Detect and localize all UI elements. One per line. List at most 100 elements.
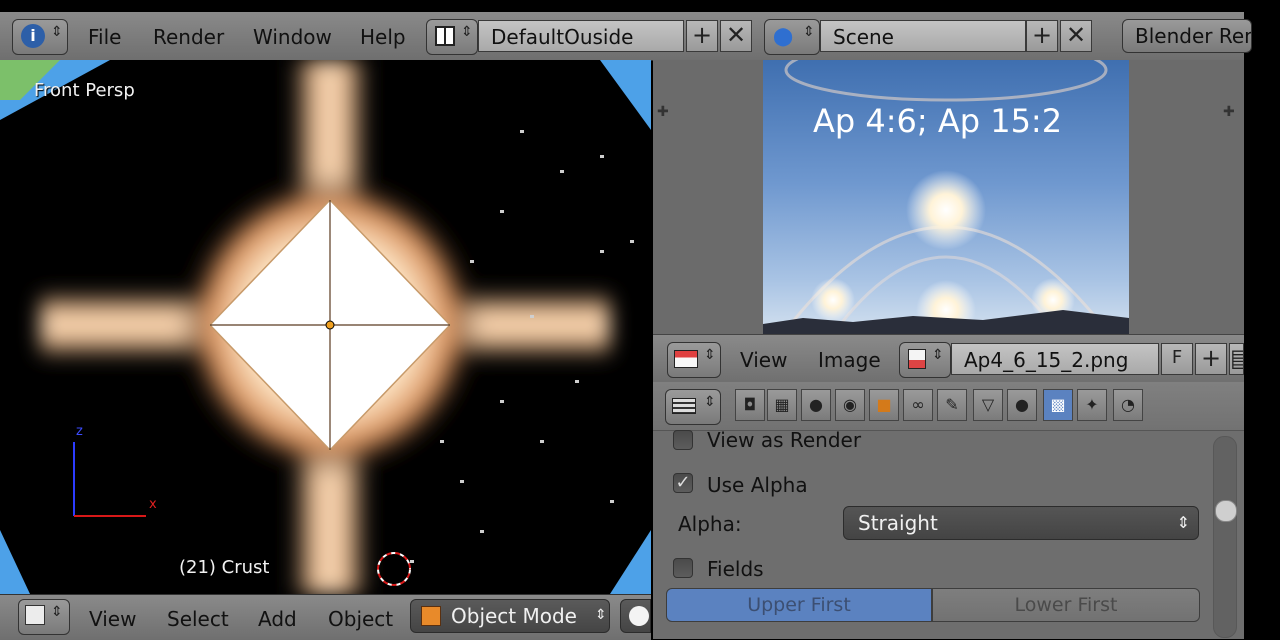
updown-arrows-icon: ⇕: [51, 604, 63, 620]
updown-arrows-icon: ⇕: [595, 607, 607, 623]
3d-viewport[interactable]: Front Persp z x (21) Crust: [0, 60, 651, 594]
shading-selector[interactable]: [620, 599, 651, 633]
new-image-button[interactable]: +: [1195, 343, 1227, 375]
axis-z-label: z: [76, 424, 83, 439]
alpha-mode-value: Straight: [858, 511, 938, 535]
image-editor[interactable]: ✚ ✚ Ap 4:6; Ap 15:2: [653, 60, 1244, 334]
tab-data[interactable]: ▽: [973, 389, 1003, 421]
render-engine-selector[interactable]: Blender Ren: [1122, 19, 1252, 53]
alpha-label: Alpha:: [678, 512, 742, 536]
menu-window[interactable]: Window: [253, 25, 332, 49]
editor-type-button[interactable]: ⇕: [18, 599, 70, 635]
mode-label: Object Mode: [451, 604, 577, 628]
screen-layout-icon: [435, 26, 455, 46]
use-alpha-label: Use Alpha: [707, 473, 808, 497]
editor-type-button[interactable]: ⇕: [667, 342, 721, 378]
add-screen-button[interactable]: +: [686, 20, 718, 52]
fields-checkbox[interactable]: [673, 558, 693, 578]
scrollbar-thumb[interactable]: [1215, 500, 1237, 522]
folder-icon: ▤: [1230, 344, 1243, 372]
updown-arrows-icon: ⇕: [932, 347, 944, 363]
wrench-icon: ✎: [945, 395, 959, 414]
3d-view-header: ⇕ View Select Add Object Object Mode ⇕: [0, 594, 651, 640]
tab-object[interactable]: ■: [869, 389, 899, 421]
scene-icon: ●: [809, 395, 823, 414]
alpha-mode-select[interactable]: Straight ⇕: [843, 506, 1199, 540]
screen-layout-selector[interactable]: ⇕: [426, 19, 478, 55]
texture-checker-icon: ▩: [1050, 395, 1066, 414]
image-file-icon: [908, 349, 926, 369]
link-icon: ∞: [911, 395, 925, 414]
plus-icon: +: [1031, 21, 1053, 49]
menu-render[interactable]: Render: [153, 25, 224, 49]
info-icon: i: [21, 24, 45, 48]
image-editor-header: ⇕ View Image ⇕ Ap4_6_15_2.png F + ▤: [653, 334, 1244, 384]
properties-tabs: ⇕ ◘ ▦ ● ◉ ■ ∞ ✎ ▽ ● ▩ ✦ ◔: [653, 382, 1244, 431]
material-sphere-icon: ●: [1015, 395, 1029, 414]
tab-texture[interactable]: ▩: [1043, 389, 1073, 421]
lower-first-button[interactable]: Lower First: [932, 588, 1200, 622]
tab-world[interactable]: ◉: [835, 389, 865, 421]
tab-material[interactable]: ●: [1007, 389, 1037, 421]
tab-modifiers[interactable]: ✎: [937, 389, 967, 421]
area-split-icon: ✚: [657, 104, 669, 120]
scene-selector[interactable]: ⬤ ⇕: [764, 19, 820, 55]
plus-icon: +: [1200, 344, 1222, 372]
object-mode-icon: [421, 606, 441, 626]
updown-arrows-icon: ⇕: [461, 24, 473, 40]
editor-type-button[interactable]: ⇕: [665, 389, 721, 425]
editor-type-button[interactable]: i ⇕: [12, 19, 68, 55]
updown-arrows-icon: ⇕: [704, 394, 716, 410]
plus-icon: +: [691, 21, 713, 49]
updown-arrows-icon: ⇕: [803, 24, 815, 40]
image-editor-icon: [674, 350, 698, 368]
properties-panel: ⇕ ◘ ▦ ● ◉ ■ ∞ ✎ ▽ ● ▩ ✦ ◔ View as Render…: [653, 382, 1244, 639]
tab-constraints[interactable]: ∞: [903, 389, 933, 421]
tab-render-layers[interactable]: ▦: [767, 389, 797, 421]
menu-help[interactable]: Help: [360, 25, 406, 49]
viewport-scene: [0, 60, 651, 594]
close-icon: ✕: [725, 21, 747, 49]
menu-file[interactable]: File: [88, 25, 121, 49]
tab-render[interactable]: ◘: [735, 389, 765, 421]
upper-first-button[interactable]: Upper First: [666, 588, 932, 622]
updown-arrows-icon: ⇕: [1176, 513, 1190, 532]
info-header: i ⇕ File Render Window Help ⇕ DefaultOus…: [0, 12, 1252, 61]
open-image-button[interactable]: ▤: [1229, 343, 1244, 375]
add-scene-button[interactable]: +: [1026, 20, 1058, 52]
particles-icon: ✦: [1085, 395, 1099, 414]
cube-icon: [25, 605, 45, 625]
use-alpha-checkbox[interactable]: ✓: [673, 473, 693, 493]
screen-layout-name[interactable]: DefaultOuside: [478, 20, 684, 52]
fields-label: Fields: [707, 557, 764, 581]
tab-scene[interactable]: ●: [801, 389, 831, 421]
fake-user-button[interactable]: F: [1161, 343, 1193, 375]
menu-view[interactable]: View: [740, 348, 787, 372]
scene-name[interactable]: Scene: [820, 20, 1026, 52]
world-icon: ◉: [843, 395, 857, 414]
render-preview-image: Ap 4:6; Ap 15:2: [763, 60, 1129, 334]
delete-scene-button[interactable]: ✕: [1060, 20, 1092, 52]
scrollbar[interactable]: [1213, 436, 1237, 638]
menu-add[interactable]: Add: [258, 607, 297, 631]
updown-arrows-icon: ⇕: [51, 24, 63, 40]
mode-selector[interactable]: Object Mode ⇕: [410, 599, 610, 633]
tab-particles[interactable]: ✦: [1077, 389, 1107, 421]
properties-icon: [672, 398, 696, 414]
view-as-render-label: View as Render: [707, 428, 862, 452]
tab-physics[interactable]: ◔: [1113, 389, 1143, 421]
image-name-field[interactable]: Ap4_6_15_2.png: [951, 343, 1159, 375]
view-as-render-checkbox[interactable]: [673, 430, 693, 450]
layers-icon: ▦: [774, 395, 790, 414]
render-caption: Ap 4:6; Ap 15:2: [813, 102, 1063, 140]
menu-object[interactable]: Object: [328, 607, 393, 631]
delete-screen-button[interactable]: ✕: [720, 20, 752, 52]
menu-view[interactable]: View: [89, 607, 136, 631]
view-perspective-label: Front Persp: [34, 80, 135, 101]
mesh-data-icon: ▽: [981, 395, 995, 414]
image-browse-button[interactable]: ⇕: [899, 342, 951, 378]
menu-select[interactable]: Select: [167, 607, 229, 631]
sphere-icon: [629, 606, 649, 626]
physics-icon: ◔: [1121, 395, 1135, 414]
menu-image[interactable]: Image: [818, 348, 881, 372]
